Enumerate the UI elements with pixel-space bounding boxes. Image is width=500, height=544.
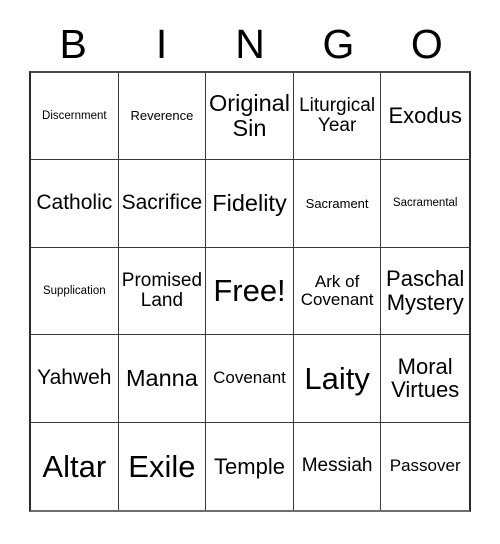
bingo-cell[interactable]: Promised Land xyxy=(118,247,207,336)
bingo-cell[interactable]: Manna xyxy=(118,335,207,423)
bingo-cell[interactable]: Moral Virtues xyxy=(381,335,469,423)
bingo-cell-free-space[interactable]: Free! xyxy=(206,247,294,336)
bingo-cell-label: Yahweh xyxy=(37,366,112,390)
bingo-cell-label: Covenant xyxy=(213,368,286,388)
bingo-cell-label: Liturgical Year xyxy=(299,94,376,137)
bingo-cell[interactable]: Paschal Mystery xyxy=(381,247,469,336)
bingo-card: B I N G O Discernment Reverence Original… xyxy=(0,0,500,544)
bingo-header-letter-g: G xyxy=(322,20,355,67)
bingo-cell[interactable]: Reverence xyxy=(118,73,207,161)
bingo-cell[interactable]: Sacrifice xyxy=(118,160,207,248)
bingo-cell[interactable]: Messiah xyxy=(293,422,382,510)
bingo-cell-label: Altar xyxy=(42,448,107,484)
bingo-cell-label: Exodus xyxy=(388,103,462,129)
bingo-cell[interactable]: Yahweh xyxy=(31,335,119,423)
bingo-header: B I N G O xyxy=(29,18,471,70)
bingo-grid: Discernment Reverence Original Sin Litur… xyxy=(29,71,471,512)
bingo-cell-label: Messiah xyxy=(301,455,373,477)
bingo-cell-label: Sacrifice xyxy=(121,191,203,215)
bingo-cell-label: Paschal Mystery xyxy=(386,266,465,315)
bingo-cell[interactable]: Sacrament xyxy=(293,160,382,248)
bingo-cell[interactable]: Catholic xyxy=(31,160,119,248)
bingo-cell[interactable]: Supplication xyxy=(31,247,119,336)
bingo-cell[interactable]: Exodus xyxy=(381,73,469,161)
bingo-cell-label: Temple xyxy=(214,453,285,479)
bingo-cell-label: Supplication xyxy=(42,284,106,297)
bingo-cell[interactable]: Exile xyxy=(118,422,207,510)
bingo-cell-label: Free! xyxy=(213,273,286,309)
bingo-header-letter-n: N xyxy=(235,20,265,67)
bingo-cell-label: Sacrament xyxy=(305,195,369,211)
bingo-cell[interactable]: Covenant xyxy=(206,335,294,423)
bingo-cell-label: Catholic xyxy=(36,191,113,215)
bingo-cell-label: Moral Virtues xyxy=(391,353,460,403)
bingo-cell-label: Fidelity xyxy=(212,190,287,217)
bingo-cell-label: Discernment xyxy=(42,110,107,123)
bingo-cell[interactable]: Passover xyxy=(381,422,469,510)
bingo-cell-label: Reverence xyxy=(130,108,194,124)
bingo-cell[interactable]: Ark of Covenant xyxy=(293,247,382,336)
bingo-cell[interactable]: Fidelity xyxy=(206,160,294,248)
bingo-cell-label: Promised Land xyxy=(121,269,203,311)
bingo-cell-label: Ark of Covenant xyxy=(300,271,374,309)
bingo-cell[interactable]: Sacramental xyxy=(381,160,469,248)
bingo-cell[interactable]: Laity xyxy=(293,335,382,423)
bingo-cell-label: Manna xyxy=(125,364,198,391)
bingo-cell[interactable]: Liturgical Year xyxy=(293,73,382,161)
bingo-header-letter-i: I xyxy=(155,20,168,67)
bingo-cell-label: Original Sin xyxy=(209,90,290,142)
bingo-cell[interactable]: Altar xyxy=(31,422,119,510)
bingo-cell-label: Passover xyxy=(389,456,461,476)
bingo-cell[interactable]: Temple xyxy=(206,422,294,510)
bingo-cell[interactable]: Original Sin xyxy=(206,73,294,161)
bingo-cell-label: Sacramental xyxy=(392,197,458,210)
bingo-header-letter-o: O xyxy=(410,20,443,67)
bingo-cell[interactable]: Discernment xyxy=(31,73,119,161)
bingo-header-letter-b: B xyxy=(59,20,87,67)
bingo-cell-label: Exile xyxy=(128,448,196,484)
bingo-cell-label: Laity xyxy=(304,360,370,396)
